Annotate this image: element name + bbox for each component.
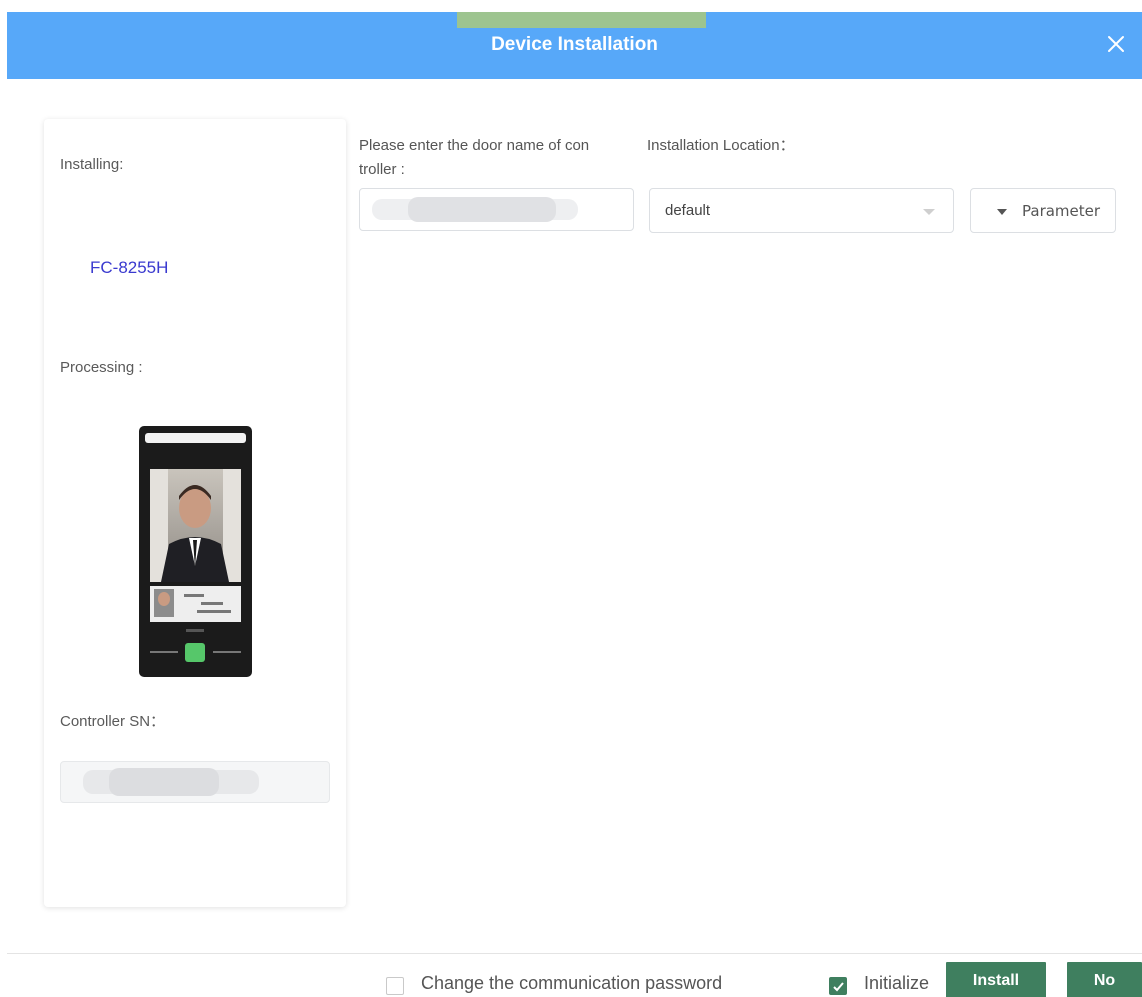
controller-sn-label: Controller SN：	[60, 713, 166, 730]
device-image	[139, 426, 252, 677]
caret-down-icon	[997, 209, 1007, 215]
redacted-sn-core	[109, 768, 219, 796]
footer-divider	[7, 953, 1142, 954]
dialog-header: Device Installation	[7, 12, 1142, 79]
initialize-label[interactable]: Initialize	[864, 973, 929, 994]
close-icon[interactable]	[1104, 32, 1128, 56]
controller-sn-field[interactable]	[60, 761, 330, 803]
device-model-name: FC-8255H	[90, 258, 169, 277]
processing-label: Processing :	[60, 359, 143, 376]
initialize-checkbox[interactable]	[829, 977, 847, 995]
change-password-checkbox[interactable]	[386, 977, 404, 995]
door-name-label-line1: Please enter the door name of con	[359, 137, 590, 154]
dialog-title: Device Installation	[491, 34, 658, 55]
redacted-door-name-core	[408, 197, 556, 222]
installation-location-select[interactable]: default	[649, 188, 954, 233]
location-label: Installation Location：	[647, 137, 795, 154]
parameter-button-label: Parameter	[1022, 202, 1101, 220]
no-button[interactable]: No	[1067, 962, 1142, 997]
installing-label: Installing:	[60, 156, 124, 173]
chevron-down-icon	[923, 209, 935, 215]
change-password-label[interactable]: Change the communication password	[421, 973, 722, 994]
parameter-button[interactable]: Parameter	[970, 188, 1116, 233]
header-accent-bar	[457, 12, 706, 28]
door-name-label-line2: troller :	[359, 161, 405, 178]
device-info-panel: Installing: FC-8255H Processing : Contro…	[44, 119, 346, 907]
install-button[interactable]: Install	[946, 962, 1046, 997]
location-select-value: default	[665, 202, 711, 219]
door-name-input[interactable]	[359, 188, 634, 231]
check-icon	[833, 982, 844, 992]
